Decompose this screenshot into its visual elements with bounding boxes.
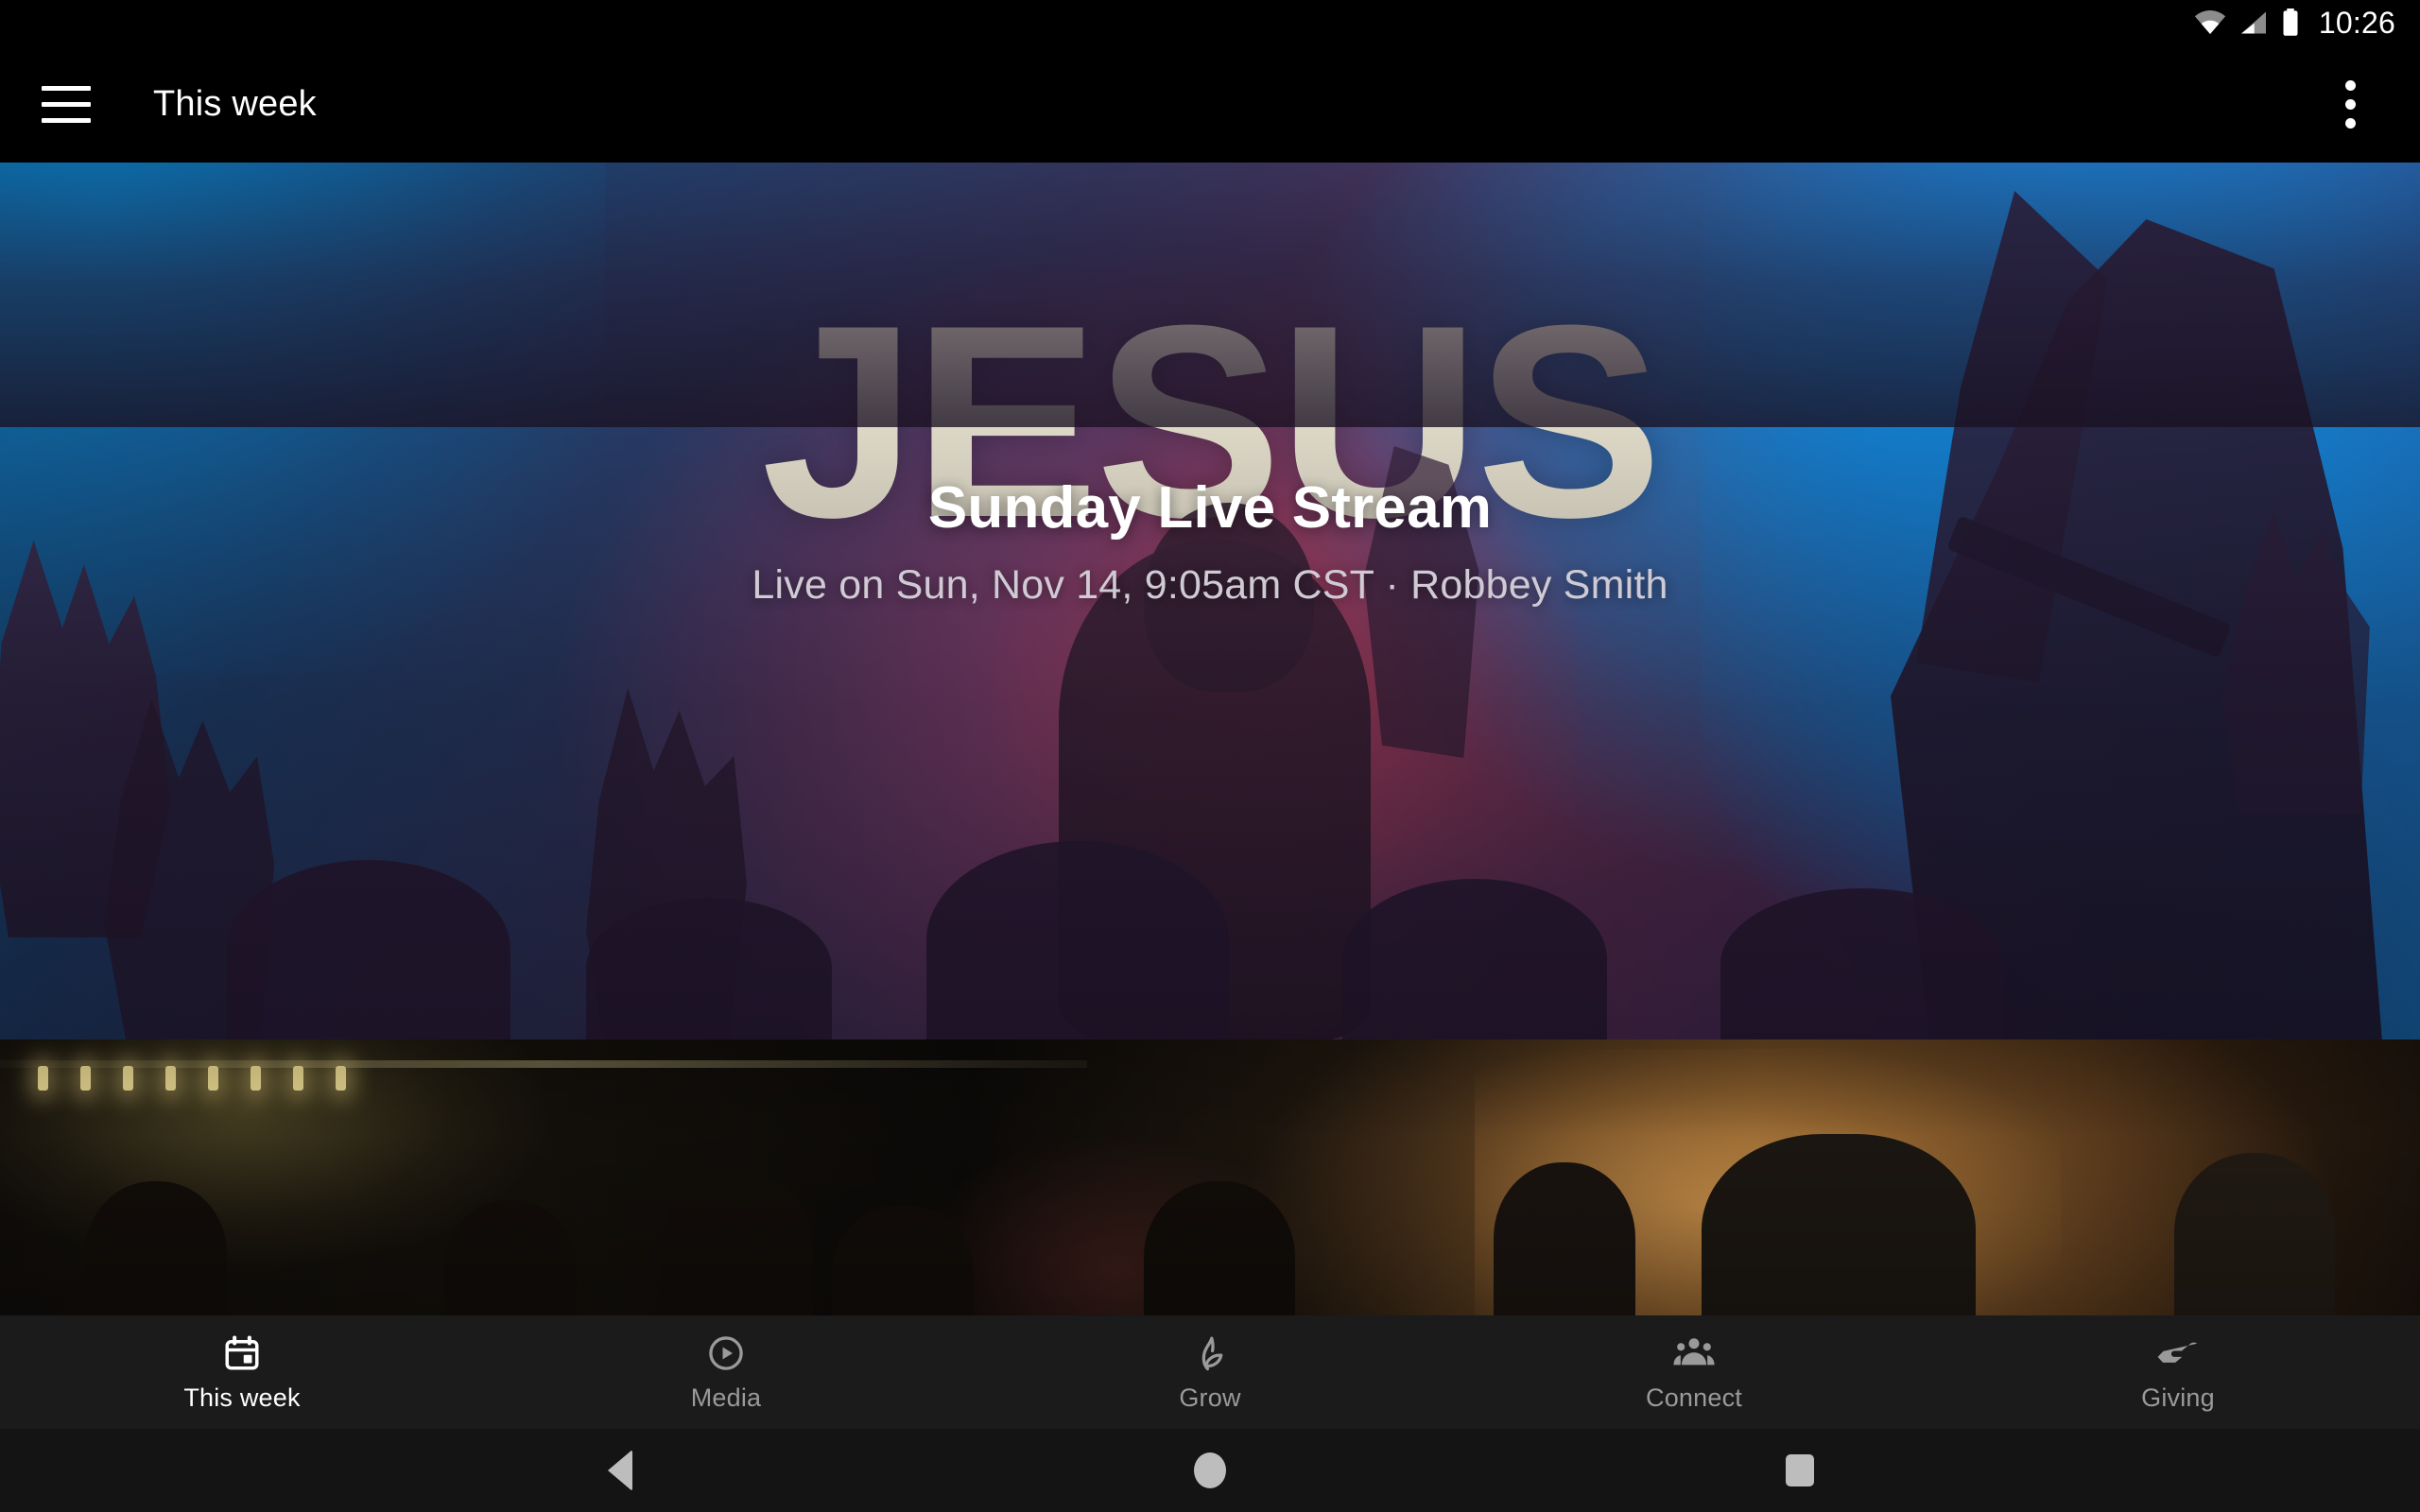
app-bar: This week — [0, 45, 2420, 163]
event-title: Sunday Live Stream — [927, 475, 1493, 541]
back-triangle-icon — [607, 1450, 632, 1491]
cellular-signal-icon — [2239, 10, 2268, 35]
hero-text-block: Sunday Live Stream Live on Sun, Nov 14, … — [0, 474, 2420, 609]
battery-icon — [2281, 9, 2300, 37]
nav-item-grow[interactable]: Grow — [968, 1315, 1452, 1429]
bottom-navigation-bar: This week Media Grow Connect Giving — [0, 1315, 2420, 1429]
giving-hand-icon — [2156, 1332, 2200, 1375]
nav-label: Grow — [1179, 1383, 1241, 1412]
nav-label: Connect — [1646, 1383, 1742, 1412]
second-card-scrim — [0, 1040, 2420, 1315]
more-vertical-icon[interactable] — [2312, 59, 2388, 149]
back-button[interactable] — [324, 1429, 914, 1512]
nav-item-giving[interactable]: Giving — [1936, 1315, 2420, 1429]
nav-item-connect[interactable]: Connect — [1452, 1315, 1936, 1429]
recents-square-icon — [1786, 1454, 1815, 1486]
app-root: 10:26 This week JESUS — [0, 0, 2420, 1512]
status-bar-clock: 10:26 — [2318, 5, 2395, 40]
nav-label: This week — [183, 1383, 301, 1412]
play-circle-icon — [706, 1332, 746, 1375]
nav-label: Media — [690, 1383, 762, 1412]
nav-item-media[interactable]: Media — [484, 1315, 968, 1429]
content-scroll-area[interactable]: JESUS Sunday Live Stream Live on Sun, No… — [0, 163, 2420, 1315]
home-circle-icon — [1194, 1452, 1226, 1488]
android-system-navigation-bar — [0, 1429, 2420, 1512]
home-button[interactable] — [915, 1429, 1505, 1512]
hamburger-menu-icon[interactable] — [21, 59, 112, 149]
page-title: This week — [153, 83, 317, 124]
nav-item-this-week[interactable]: This week — [0, 1315, 484, 1429]
recents-button[interactable] — [1505, 1429, 2095, 1512]
wifi-icon — [2194, 10, 2226, 35]
event-subtitle: Live on Sun, Nov 14, 9:05am CST · Robbey… — [752, 562, 1668, 608]
people-group-icon — [1672, 1332, 1716, 1375]
sprout-leaf-icon — [1189, 1332, 1231, 1375]
calendar-icon — [222, 1332, 262, 1375]
featured-event-card[interactable]: JESUS Sunday Live Stream Live on Sun, No… — [0, 163, 2420, 1040]
status-bar: 10:26 — [0, 0, 2420, 45]
nav-label: Giving — [2141, 1383, 2215, 1412]
second-event-card[interactable] — [0, 1040, 2420, 1315]
